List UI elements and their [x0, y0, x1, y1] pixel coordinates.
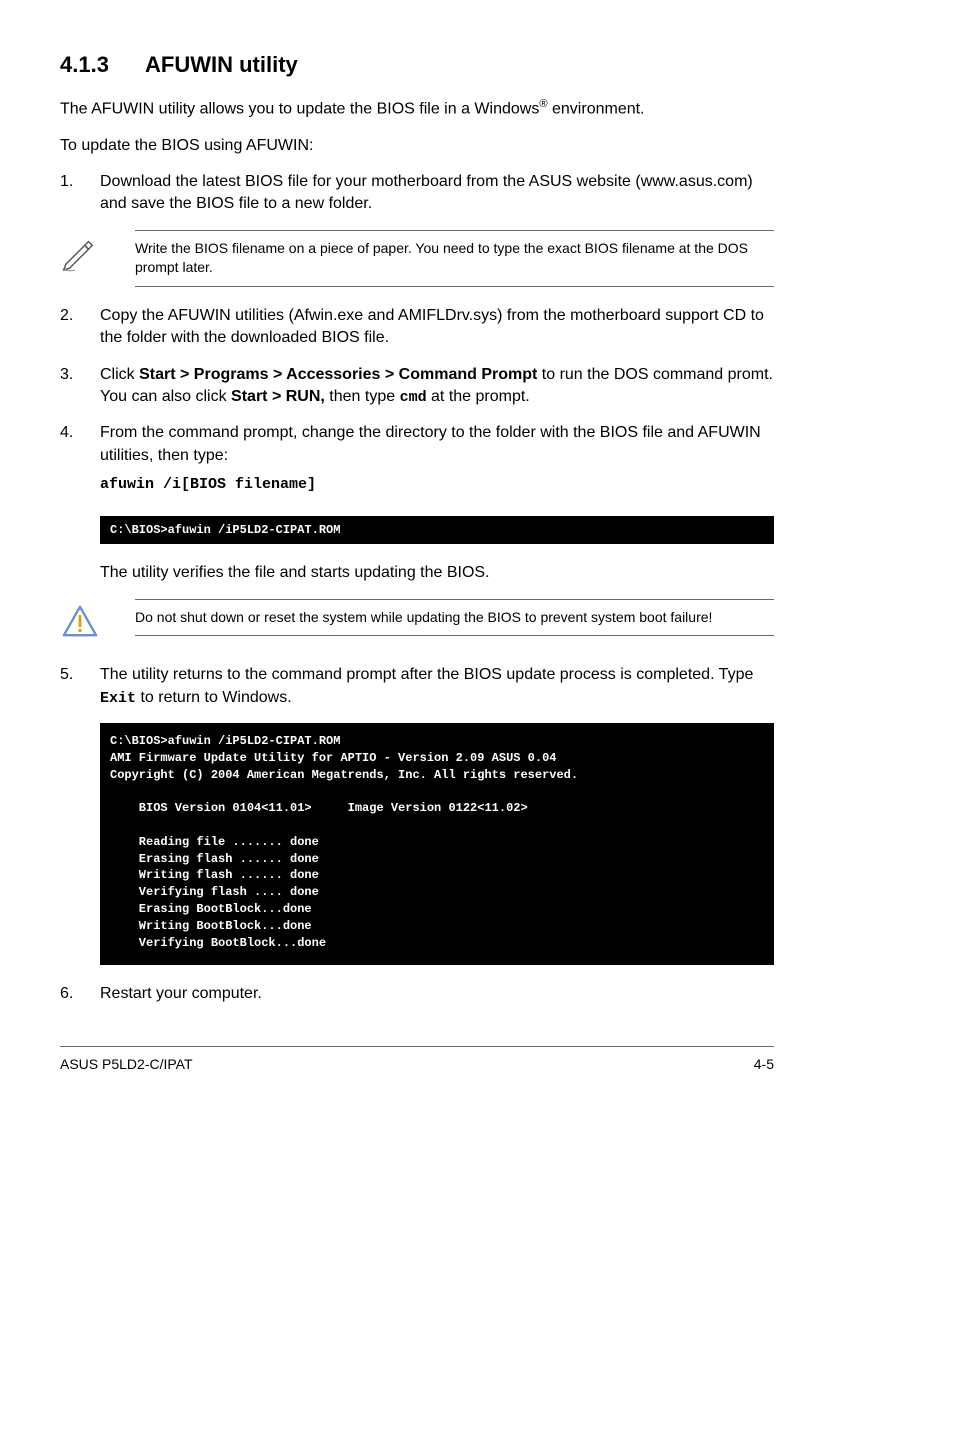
warning-icon	[60, 599, 110, 646]
note-text-2: Do not shut down or reset the system whi…	[135, 599, 774, 637]
note-box-2: Do not shut down or reset the system whi…	[60, 599, 774, 646]
note-text-1: Write the BIOS filename on a piece of pa…	[135, 230, 774, 287]
section-heading: 4.1.3AFUWIN utility	[60, 50, 774, 81]
footer-right: 4-5	[754, 1055, 774, 1075]
section-number: 4.1.3	[60, 50, 145, 81]
intro-line-2: To update the BIOS using AFUWIN:	[60, 135, 774, 157]
intro-line-1: The AFUWIN utility allows you to update …	[60, 97, 774, 121]
step-3: 3. Click Start > Programs > Accessories …	[60, 364, 774, 409]
step-6: 6. Restart your computer.	[60, 983, 774, 1005]
section-title: AFUWIN utility	[145, 52, 298, 77]
step-5: 5. The utility returns to the command pr…	[60, 664, 774, 709]
step-4: 4. From the command prompt, change the d…	[60, 422, 774, 501]
terminal-output-2: C:\BIOS>afuwin /iP5LD2-CIPAT.ROM AMI Fir…	[100, 723, 774, 965]
footer-left: ASUS P5LD2-C/IPAT	[60, 1055, 193, 1075]
note-box-1: Write the BIOS filename on a piece of pa…	[60, 230, 774, 287]
step-1: 1. Download the latest BIOS file for you…	[60, 171, 774, 216]
step-2: 2. Copy the AFUWIN utilities (Afwin.exe …	[60, 305, 774, 350]
terminal-output-1: C:\BIOS>afuwin /iP5LD2-CIPAT.ROM	[100, 516, 774, 545]
pencil-icon	[60, 230, 110, 279]
verify-text: The utility verifies the file and starts…	[100, 562, 774, 584]
page-footer: ASUS P5LD2-C/IPAT 4-5	[60, 1046, 774, 1075]
